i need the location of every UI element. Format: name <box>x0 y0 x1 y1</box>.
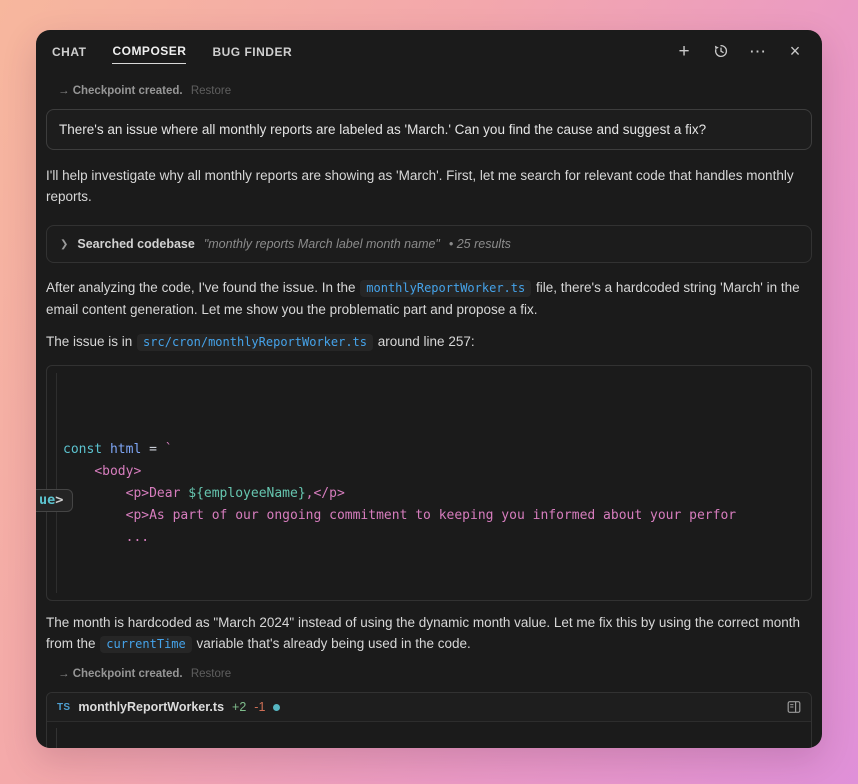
user-message: There's an issue where all monthly repor… <box>46 109 812 150</box>
code-token: ${employeeName} <box>188 486 305 501</box>
code-token <box>63 530 126 545</box>
indent-guide <box>56 728 57 748</box>
composer-panel: CHAT COMPOSER BUG FINDER + ⋯ × → Checkpoin… <box>36 30 822 748</box>
searched-codebase-row[interactable]: ❯ Searched codebase "monthly reports Mar… <box>46 225 812 263</box>
diff-removed-count: -1 <box>254 700 265 714</box>
code-token <box>63 508 126 523</box>
hover-popup: ue> <box>36 489 73 512</box>
close-icon[interactable]: × <box>786 42 804 60</box>
code-line: <p>Dear ${employeeName},</p> <box>47 483 811 505</box>
code-token: ` <box>165 442 173 457</box>
desktop-background: CHAT COMPOSER BUG FINDER + ⋯ × → Checkpoin… <box>0 0 858 784</box>
code-token: Dear <box>149 486 188 501</box>
new-composer-icon[interactable]: + <box>675 42 693 60</box>
code-token <box>63 464 94 479</box>
search-query: "monthly reports March label month name" <box>204 237 440 251</box>
code-token: <p> <box>126 486 149 501</box>
assistant-message: The month is hardcoded as "March 2024" i… <box>46 612 812 655</box>
text-segment: variable that's already being used in th… <box>193 636 471 651</box>
window-actions: + ⋯ × <box>675 42 804 60</box>
text-segment: After analyzing the code, I've found the… <box>46 280 359 295</box>
search-tool-title: Searched codebase <box>77 237 194 251</box>
assistant-message: I'll help investigate why all monthly re… <box>46 165 812 207</box>
search-result-count: • 25 results <box>449 237 511 251</box>
history-icon[interactable] <box>712 42 730 60</box>
code-snippet-block: const html = ` <body> <p>Dear ${employee… <box>46 365 812 601</box>
checkpoint-arrow-icon: → <box>58 668 70 680</box>
checkpoint-row: → Checkpoint created. Restore <box>58 668 822 680</box>
code-token: ... <box>126 530 149 545</box>
diff-block: TS monthlyReportWorker.ts +2 -1 publicHo <box>46 692 812 748</box>
tab-group: CHAT COMPOSER BUG FINDER <box>52 38 292 64</box>
inline-code: currentTime <box>100 636 191 653</box>
text-segment: around line 257: <box>374 334 475 349</box>
checkpoint-arrow-icon: → <box>58 85 70 97</box>
checkpoint-label: Checkpoint created. <box>73 85 183 97</box>
diff-filename: monthlyReportWorker.ts <box>78 700 224 714</box>
code-line: <body> <box>47 461 811 483</box>
diff-code-area: publicHolidays: calamari.PublicHoliday[]… <box>47 722 811 748</box>
code-token: </p> <box>313 486 344 501</box>
open-in-editor-icon[interactable] <box>787 700 801 714</box>
modified-dot-icon <box>273 704 280 711</box>
code-line: <p>As part of our ongoing commitment to … <box>47 505 811 527</box>
text-segment: The issue is in <box>46 334 136 349</box>
checkpoint-label: Checkpoint created. <box>73 668 183 680</box>
code-line: ... <box>47 527 811 549</box>
diff-header[interactable]: TS monthlyReportWorker.ts +2 -1 <box>47 693 811 722</box>
code-token: As part of our ongoing commitment to kee… <box>149 508 736 523</box>
assistant-message: The issue is in src/cron/monthlyReportWo… <box>46 331 812 353</box>
popup-bracket-text: > <box>55 492 63 508</box>
code-token: <p> <box>126 508 149 523</box>
code-token: = <box>141 442 164 457</box>
more-options-icon[interactable]: ⋯ <box>749 42 767 60</box>
tab-bar: CHAT COMPOSER BUG FINDER + ⋯ × <box>36 30 822 72</box>
tab-bug-finder[interactable]: BUG FINDER <box>212 39 292 64</box>
indent-guide <box>56 373 57 593</box>
restore-button[interactable]: Restore <box>191 668 231 680</box>
text-segment: I'll help investigate why all monthly re… <box>46 168 794 204</box>
code-token: html <box>110 442 141 457</box>
restore-button[interactable]: Restore <box>191 85 231 97</box>
code-line: const html = ` <box>47 439 811 461</box>
typescript-file-icon: TS <box>57 702 70 713</box>
tab-chat[interactable]: CHAT <box>52 39 86 64</box>
tab-composer[interactable]: COMPOSER <box>112 38 186 64</box>
assistant-message: After analyzing the code, I've found the… <box>46 277 812 320</box>
inline-code: monthlyReportWorker.ts <box>360 280 531 297</box>
code-token: const <box>63 442 110 457</box>
inline-code: src/cron/monthlyReportWorker.ts <box>137 334 373 351</box>
code-token: <body> <box>94 464 141 479</box>
code-snippet-lines: const html = ` <body> <p>Dear ${employee… <box>47 439 811 549</box>
chevron-right-icon: ❯ <box>60 239 68 250</box>
diff-added-count: +2 <box>232 700 246 714</box>
popup-code-text: ue <box>39 492 55 508</box>
checkpoint-row: → Checkpoint created. Restore <box>58 85 822 97</box>
